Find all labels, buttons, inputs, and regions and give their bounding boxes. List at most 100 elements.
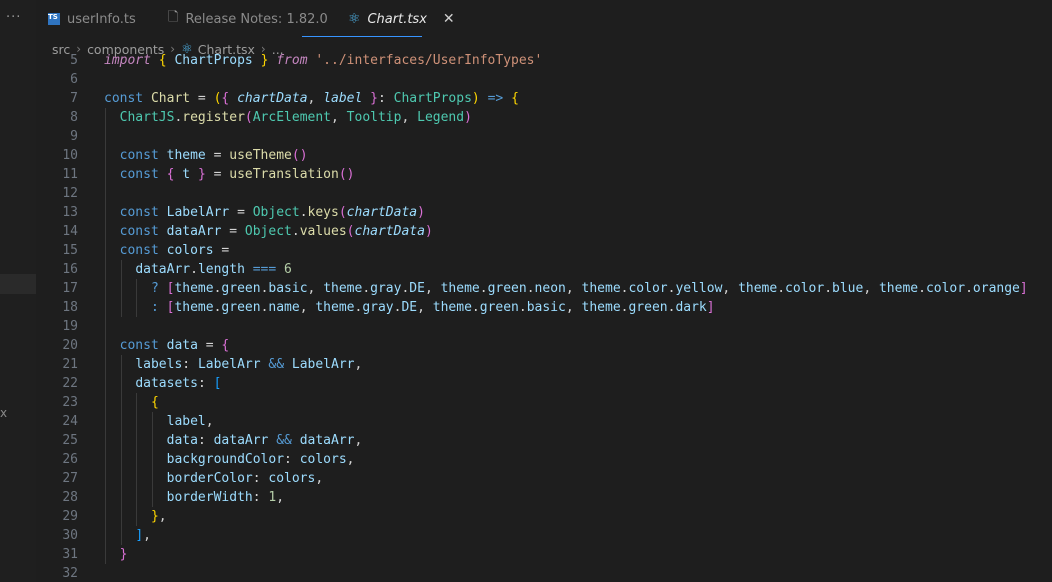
code-line[interactable]: 21 labels: LabelArr && LabelArr, [36,355,1052,374]
indent-guide [120,431,122,450]
code-line[interactable]: 23 { [36,393,1052,412]
close-tab-button[interactable]: ✕ [443,11,455,27]
line-number: 12 [62,186,78,201]
code-token: color [785,281,825,296]
code-text: data: dataArr && dataArr, [167,431,363,450]
code-text: const { t } = useTranslation() [120,165,355,184]
code-line[interactable]: 20 const data = { [36,336,1052,355]
code-token: = [221,224,245,239]
code-text: borderColor: colors, [167,469,324,488]
code-line[interactable]: 9 [36,127,1052,146]
code-line[interactable]: 14 const dataArr = Object.values(chartDat… [36,222,1052,241]
code-token: ) [471,91,480,106]
indent-guide [120,412,122,431]
code-line[interactable]: 27 borderColor: colors, [36,469,1052,488]
code-line[interactable]: 30], [36,526,1052,545]
code-token: blue [832,281,864,296]
code-text: }, [151,507,167,526]
indent-guide [120,526,122,545]
code-token: ? [150,281,159,296]
code-line[interactable]: 17? [theme.green.basic, theme.gray.DE, t… [36,279,1052,298]
active-tab-indicator [302,36,422,37]
code-line[interactable]: 5 import { ChartProps } from '../interfac… [36,52,1052,70]
line-number: 8 [70,110,78,125]
code-line[interactable]: 29}, [36,507,1052,526]
code-line[interactable]: 32 [36,564,1052,582]
code-token: ) [417,205,425,220]
code-token: , [299,300,316,315]
tab-userinfo[interactable]: TS userInfo.ts [48,0,136,38]
line-number: 6 [70,72,78,87]
line-number: 28 [62,490,78,505]
code-token: Object [252,205,300,220]
code-line[interactable]: 7 const Chart = ({ chartData, label }: Ch… [36,89,1052,108]
code-line[interactable]: 28 borderWidth: 1, [36,488,1052,507]
code-token: const [119,167,159,182]
code-token: , [307,91,324,106]
code-token: color [628,281,668,296]
line-number: 21 [62,357,78,372]
code-token: : [197,376,214,391]
code-token: , [331,110,347,125]
code-token: , [424,281,441,296]
code-line[interactable]: 25 data: dataArr && dataArr, [36,431,1052,450]
code-token: , [722,281,739,296]
code-editor[interactable]: 5 import { ChartProps } from '../interfac… [36,52,1052,582]
code-token: : [150,300,159,315]
code-token: const [119,243,159,258]
line-number: 32 [62,566,78,581]
code-line[interactable]: 12 [36,184,1052,203]
code-token: , [276,490,285,505]
indent-guide [105,488,106,507]
code-token: gray [370,281,402,296]
indent-guide [120,488,122,507]
code-line[interactable]: 22 datasets: [ [36,374,1052,393]
code-line[interactable]: 19 [36,317,1052,336]
code-token: theme [581,281,621,296]
code-line[interactable]: 8 ChartJS.register(ArcElement, Tooltip, L… [36,108,1052,127]
code-token: : [252,471,269,486]
code-token: useTheme [229,148,292,163]
code-line[interactable]: 13 const LabelArr = Object.keys(chartData… [36,203,1052,222]
code-token: color [925,281,966,296]
code-line[interactable]: 6 [36,70,1052,89]
code-line[interactable]: 10 const theme = useTheme() [36,146,1052,165]
code-token: const [104,91,144,106]
code-token: , [354,433,363,448]
code-line[interactable]: 24 label, [36,412,1052,431]
code-token: borderWidth [166,490,253,505]
tab-chart[interactable]: ⚛ Chart.tsx ✕ [348,0,455,38]
tab-release-notes[interactable]: 🗋 Release Notes: 1.82.0 [168,0,328,38]
code-text: const LabelArr = Object.keys(chartData) [120,203,425,222]
code-token: : [252,490,269,505]
code-text: const dataArr = Object.values(chartData) [120,222,433,241]
more-actions-button[interactable]: ··· [6,10,21,25]
code-token: ChartJS [119,110,175,125]
code-line[interactable]: 26 backgroundColor: colors, [36,450,1052,469]
code-token: 6 [284,262,292,277]
code-line[interactable]: 18: [theme.green.name, theme.gray.DE, th… [36,298,1052,317]
indent-guide [120,374,122,393]
code-token: dataArr [166,224,222,239]
code-token: , [863,281,879,296]
code-line[interactable]: 31} [36,545,1052,564]
indent-guide [120,393,122,412]
code-line[interactable]: 11 const { t } = useTranslation() [36,165,1052,184]
typescript-icon: TS [48,13,60,25]
code-token: DE [401,300,418,315]
code-token: theme [432,300,472,315]
code-line[interactable]: 16 dataArr.length === 6 [36,260,1052,279]
code-token: const [119,224,159,239]
code-token: [ [213,376,222,391]
code-line[interactable]: 15 const colors = [36,241,1052,260]
code-token: ] [135,528,144,543]
editor-tab-bar: TS userInfo.ts 🗋 Release Notes: 1.82.0 ⚛… [36,0,1052,38]
code-token: theme [174,300,214,315]
